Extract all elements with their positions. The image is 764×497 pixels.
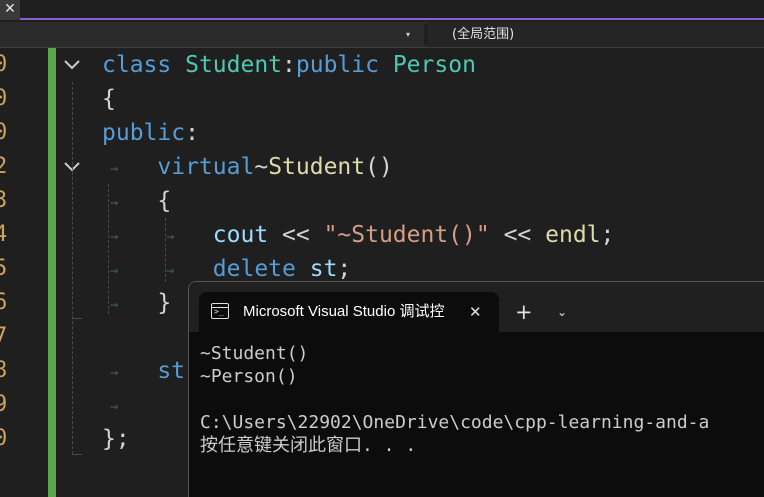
line-number: 3 [0,188,8,213]
line-number: 6 [0,290,8,315]
line-number: 0 [0,426,8,451]
code-token: Student [268,154,366,180]
code-token: { [102,188,172,214]
new-tab-button[interactable]: + [515,292,533,332]
code-token: endl [545,222,601,248]
code-line: cout << "~Student()" << endl; [102,218,615,252]
line-number: 4 [0,222,8,247]
outline-guide-end [72,318,82,319]
code-line: public: [102,116,199,150]
code-token: : [185,120,199,146]
code-token: class [102,52,186,78]
navigation-bar: ▾ (全局范围) [0,22,764,48]
outline-guide [72,82,73,454]
line-number: 8 [0,358,8,383]
code-token: st [309,256,338,282]
code-line: } [102,286,171,320]
code-token: << [282,222,324,248]
code-token: { [102,86,116,112]
line-number: 0 [0,120,8,145]
close-icon[interactable]: ✕ [0,0,20,20]
chevron-down-icon: ▾ [406,30,411,39]
code-line: { [102,82,116,116]
terminal-icon: >_ [211,303,229,319]
code-token: ; [600,222,615,248]
code-token: cout [102,222,283,248]
code-line: str [102,354,199,388]
console-line: ~Student() [200,343,309,364]
code-line: virtual~Student() [102,150,393,184]
code-token: Student [185,52,283,78]
code-token: ; [337,256,352,282]
console-titlebar: >_ Microsoft Visual Studio 调试控 ✕ + ⌄ [189,282,764,332]
console-output: ~Student() ~Person() C:\Users\22902\OneD… [200,342,709,457]
code-line: { [102,184,171,218]
console-tab-title: Microsoft Visual Studio 调试控 [243,303,445,320]
line-number: 0 [0,86,8,111]
outline-guide-end [72,454,82,455]
code-token: public [295,52,393,78]
console-line: C:\Users\22902\OneDrive\code\cpp-learnin… [200,412,710,433]
code-token: : [282,52,296,78]
console-line: 按任意键关闭此窗口. . . [200,435,417,456]
chevron-down-icon[interactable]: ⌄ [557,292,567,332]
code-token: str [102,358,199,384]
line-number: 9 [0,392,8,417]
document-tab-strip: ✕ [0,0,764,20]
debug-console-window[interactable]: >_ Microsoft Visual Studio 调试控 ✕ + ⌄ ~St… [188,281,764,497]
line-number: 2 [0,154,8,179]
code-token: "~Student()" [323,222,504,248]
code-token: () [365,154,393,180]
console-tab[interactable]: >_ Microsoft Visual Studio 调试控 ✕ [199,292,499,332]
line-number: 7 [0,324,8,349]
close-tab-icon[interactable]: ✕ [469,292,482,332]
code-token: public [102,120,186,146]
scope-dropdown[interactable]: (全局范围) [428,22,764,47]
tab-arrow-icon: → [110,399,119,415]
line-number: 5 [0,256,8,281]
change-tracking-bar [48,48,56,497]
code-line: }; [102,422,130,456]
code-line: class Student:public Person [102,48,476,82]
code-token: }; [102,426,130,452]
line-number: 0 [0,52,8,77]
code-token: delete [102,256,310,282]
code-token: << [503,222,546,248]
scope-label: (全局范围) [452,27,515,42]
code-token: Person [392,52,476,78]
code-token: virtual [102,154,255,180]
collapse-icon[interactable] [60,49,84,83]
code-token: ~ [254,154,269,180]
console-line: ~Person() [200,366,298,387]
member-dropdown[interactable]: ▾ [0,22,424,47]
code-token: } [102,290,172,316]
line-number-gutter: 0 0 0 2 3 4 5 6 7 8 9 0 [0,48,46,497]
